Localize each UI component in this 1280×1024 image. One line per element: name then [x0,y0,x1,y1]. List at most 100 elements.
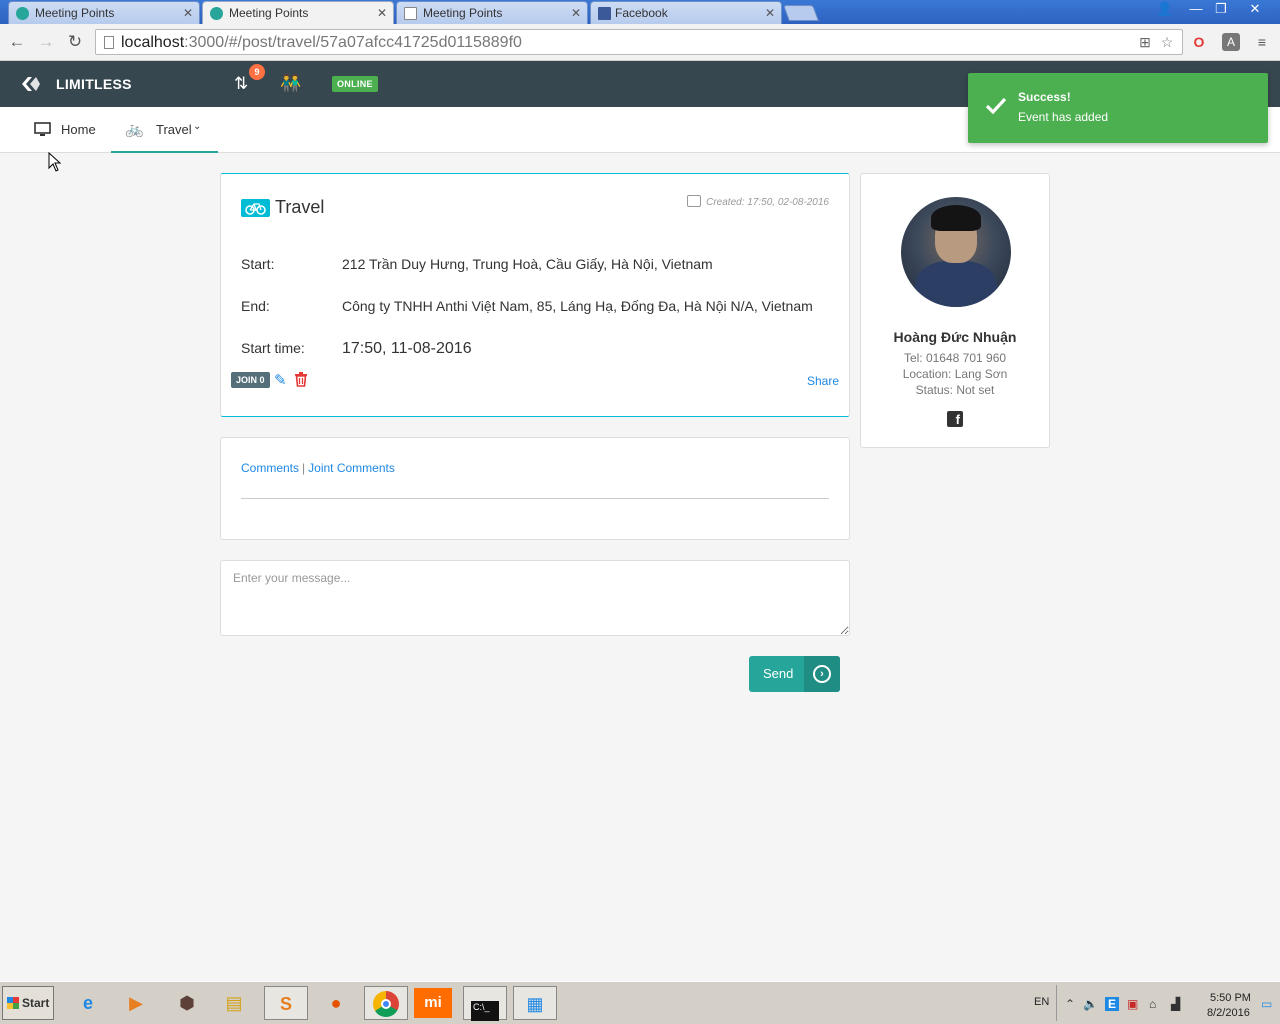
end-label: End: [241,298,270,314]
language-indicator[interactable]: EN [1034,996,1049,1008]
url-text: localhost:3000/#/post/travel/57a07afcc41… [121,34,522,51]
mouse-cursor-icon [48,152,62,172]
start-time-value: 17:50, 11-08-2016 [342,340,472,357]
signal-icon[interactable]: ▟ [1171,997,1180,1011]
message-input[interactable] [220,560,850,636]
success-toast[interactable]: Success! Event has added [968,73,1268,143]
tab-comments[interactable]: Comments [241,461,299,475]
start-time-label: Start time: [241,340,305,356]
nox-icon[interactable]: ⬢ [165,986,209,1020]
file-explorer-icon[interactable]: ▤ [212,986,256,1020]
notification-badge: 9 [249,64,265,80]
unikey-icon[interactable]: E [1105,997,1120,1011]
translate-icon[interactable]: ⊞ [1136,33,1154,51]
chevron-up-icon[interactable]: ⌃ [1065,997,1075,1011]
show-desktop-icon[interactable]: ▭ [1261,997,1272,1011]
browser-toolbar: ← → ↻ localhost:3000/#/post/travel/57a07… [0,24,1280,61]
divider [241,498,829,499]
restore-button[interactable]: ❐ [1208,0,1234,18]
opera-icon[interactable]: O [1190,33,1208,51]
page-icon [104,36,114,49]
toast-title: Success! [1018,90,1071,104]
os-taskbar: Start e ▶ ⬢ ▤ S ● mi C:\_ ▦ EN ⌃ 🔈 E ▣ ⌂… [0,981,1280,1024]
close-icon[interactable]: ✕ [183,6,193,20]
bicycle-icon [241,199,270,217]
system-tray: EN ⌃ 🔈 E ▣ ⌂ ▟ 5:50 PM 8/2/2016 ▭ [1034,985,1278,1021]
start-label: Start: [241,256,275,272]
profile-card: Hoàng Đức Nhuận Tel: 01648 701 960 Locat… [860,173,1050,448]
profile-name: Hoàng Đức Nhuận [893,329,1017,345]
media-player-icon[interactable]: ▶ [114,986,158,1020]
nav-home[interactable]: Home [20,107,110,153]
browser-tab-active[interactable]: Meeting Points ✕ [202,1,394,24]
volume-icon[interactable]: 🔈 [1083,997,1098,1011]
app-favicon-icon [210,7,223,20]
bicycle-icon: 🚲 [125,121,144,138]
send-button[interactable]: Send › [749,656,840,692]
angular-icon[interactable]: A [1222,33,1240,51]
close-icon[interactable]: ✕ [571,6,581,20]
chrome-icon[interactable] [364,986,408,1020]
arrow-right-circle-icon: › [813,665,831,683]
browser-tab-bar: Meeting Points ✕ Meeting Points ✕ Meetin… [0,0,1280,24]
calendar-icon [687,195,702,207]
post-card: Travel Created: 17:50, 02-08-2016 Start:… [220,173,850,417]
trash-icon[interactable] [293,371,309,387]
terminal-icon[interactable]: C:\_ [463,986,507,1021]
comment-tabs: Comments | Joint Comments [241,461,395,475]
sublime-text-icon[interactable]: S [264,986,308,1020]
address-bar[interactable]: localhost:3000/#/post/travel/57a07afcc41… [95,29,1183,55]
back-icon[interactable]: ← [7,32,27,52]
join-button[interactable]: JOIN 0 [231,372,270,388]
minimize-button[interactable]: — [1183,0,1209,18]
tab-label: Meeting Points [423,6,503,20]
comments-card: Comments | Joint Comments [220,437,850,540]
star-icon[interactable]: ☆ [1158,33,1176,51]
clock-date[interactable]: 8/2/2016 [1207,1007,1250,1019]
toast-message: Event has added [1018,110,1109,124]
network-error-icon[interactable]: ▣ [1127,997,1138,1011]
tab-joint-comments[interactable]: Joint Comments [308,461,395,475]
clock-time[interactable]: 5:50 PM [1210,992,1251,1004]
checkmark-icon [985,97,1007,115]
page-icon [404,7,417,20]
monitor-icon [34,122,51,136]
profile-location: Location: Lang Sơn [902,367,1008,381]
chevron-down-icon: ⌄ [193,121,202,132]
avatar[interactable] [901,197,1011,307]
power-icon[interactable]: ⌂ [1149,997,1156,1011]
close-window-button[interactable]: ✕ [1240,0,1270,18]
start-button[interactable]: Start [2,986,54,1020]
status-badge: ONLINE [332,76,378,92]
browser-tab[interactable]: Meeting Points ✕ [396,1,588,24]
post-title: Travel [275,197,325,217]
mi-icon[interactable]: mi [414,988,452,1018]
new-tab-button[interactable] [783,5,819,21]
menu-icon[interactable]: ≡ [1253,33,1271,51]
windows-icon [7,997,19,1009]
window-icon[interactable]: ▦ [513,986,557,1020]
start-value: 212 Trần Duy Hưng, Trung Hoà, Cầu Giấy, … [342,256,713,272]
share-link[interactable]: Share [807,374,839,388]
forward-icon[interactable]: → [36,32,56,52]
users-icon[interactable]: 👬 [280,74,301,94]
reload-icon[interactable]: ↻ [65,32,85,52]
brand-name[interactable]: LIMITLESS [56,76,132,92]
internet-explorer-icon[interactable]: e [66,986,110,1020]
tab-label: Facebook [615,6,668,20]
close-icon[interactable]: ✕ [765,6,775,20]
logo-icon[interactable] [20,75,42,93]
edit-icon[interactable]: ✎ [274,371,287,389]
browser-tab[interactable]: Meeting Points ✕ [8,1,200,24]
nav-travel[interactable]: 🚲 Travel ⌄ [111,107,218,153]
user-icon[interactable]: 👤 [1152,0,1178,18]
tab-label: Meeting Points [35,6,115,20]
facebook-icon [598,7,611,20]
close-icon[interactable]: ✕ [377,6,387,20]
firefox-icon[interactable]: ● [314,986,358,1020]
facebook-icon[interactable]: f [947,411,963,427]
profile-status: Status: Not set [915,383,995,397]
browser-tab[interactable]: Facebook ✕ [590,1,782,24]
profile-tel: Tel: 01648 701 960 [903,351,1007,365]
transfer-icon[interactable]: ⇅ [234,74,248,94]
